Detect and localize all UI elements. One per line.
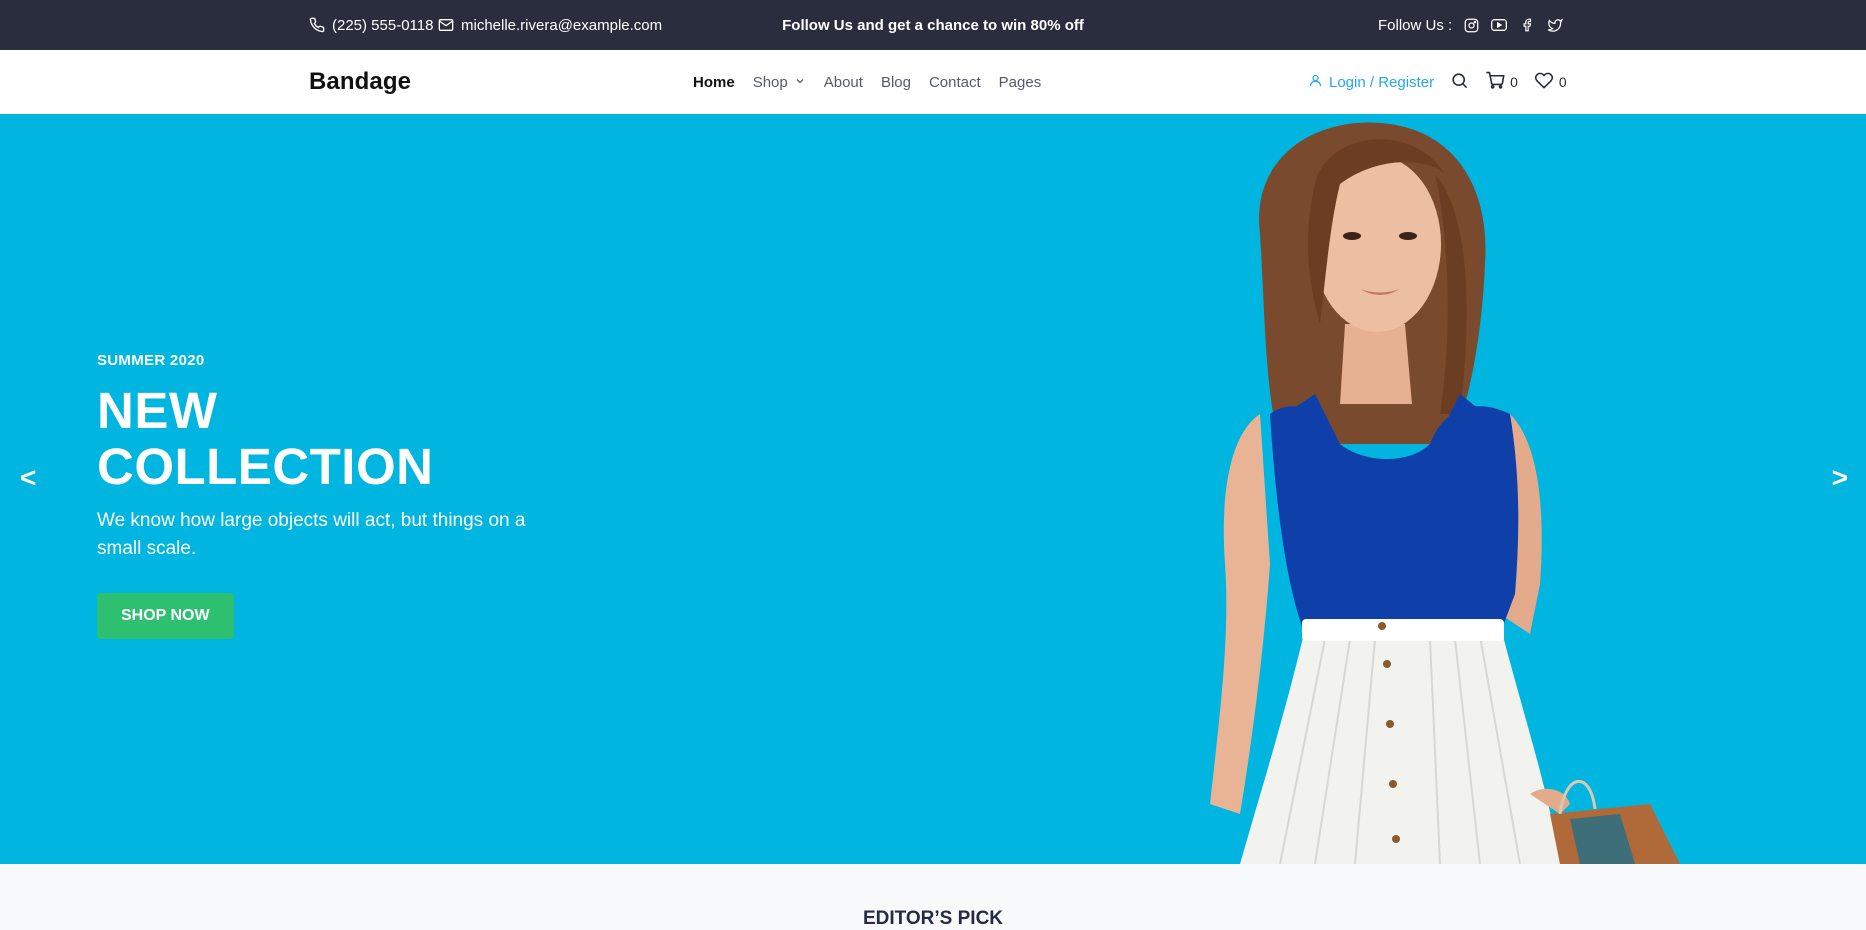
promo-text: Follow Us and get a chance to win 80% of… [782, 16, 1084, 34]
carousel-next-arrow[interactable]: > [1832, 464, 1848, 492]
user-icon [1308, 73, 1323, 92]
twitter-icon[interactable] [1546, 16, 1564, 34]
heart-icon [1534, 71, 1554, 94]
search-icon [1450, 71, 1469, 94]
nav-item-shop[interactable]: Shop [753, 74, 806, 91]
hero-headline-line-2: COLLECTION [97, 438, 434, 495]
hero-model-image [1210, 122, 1680, 864]
chevron-down-icon [794, 74, 806, 91]
nav-item-blog[interactable]: Blog [881, 74, 911, 91]
phone-icon [309, 17, 325, 33]
follow-label: Follow Us : [1378, 16, 1453, 34]
carousel-prev-arrow[interactable]: < [20, 464, 36, 492]
cart-icon [1485, 71, 1505, 94]
youtube-icon[interactable] [1490, 16, 1508, 34]
nav-item-pages[interactable]: Pages [999, 74, 1042, 91]
editors-pick-section: EDITOR’S PICK [0, 864, 1866, 930]
main-menu: Home Shop About Blog Contact Pages [693, 50, 1041, 114]
nav-item-about[interactable]: About [824, 74, 863, 91]
nav-item-contact[interactable]: Contact [929, 74, 981, 91]
email-contact[interactable]: michelle.rivera@example.com [438, 0, 662, 50]
cart-count: 0 [1510, 74, 1518, 90]
instagram-icon[interactable] [1462, 16, 1480, 34]
cart-button[interactable]: 0 [1485, 71, 1518, 94]
login-register-link[interactable]: Login / Register [1308, 73, 1434, 92]
hero-headline: NEW COLLECTION [97, 383, 557, 495]
hero-content: SUMMER 2020 NEW COLLECTION We know how l… [97, 352, 557, 639]
brand-logo[interactable]: Bandage [309, 50, 411, 114]
mail-icon [438, 17, 454, 33]
hero-season-label: SUMMER 2020 [97, 352, 205, 369]
main-navbar: Bandage Home Shop About Blog Contact Pag… [0, 50, 1866, 114]
search-button[interactable] [1450, 71, 1469, 94]
hero-headline-line-1: NEW [97, 382, 218, 439]
top-bar: (225) 555-0118 michelle.rivera@example.c… [0, 0, 1866, 50]
nav-actions: Login / Register 0 0 [1308, 50, 1567, 114]
email-address: michelle.rivera@example.com [461, 16, 663, 34]
hero-carousel: < > SUMMER 2020 NEW COLLECTION We know h… [0, 114, 1866, 864]
editors-pick-title: EDITOR’S PICK [862, 908, 1004, 929]
facebook-icon[interactable] [1518, 16, 1536, 34]
nav-item-home[interactable]: Home [693, 74, 735, 91]
nav-item-shop-label: Shop [752, 73, 788, 91]
wishlist-button[interactable]: 0 [1534, 71, 1567, 94]
hero-subtext: We know how large objects will act, but … [97, 510, 526, 559]
phone-contact[interactable]: (225) 555-0118 [309, 0, 433, 50]
phone-number: (225) 555-0118 [332, 16, 434, 34]
login-register-label: Login / Register [1329, 73, 1435, 91]
social-links: Follow Us : [1378, 0, 1564, 50]
promo-banner: Follow Us and get a chance to win 80% of… [0, 0, 1866, 50]
shop-now-button[interactable]: SHOP NOW [97, 593, 234, 639]
wishlist-count: 0 [1558, 74, 1567, 90]
